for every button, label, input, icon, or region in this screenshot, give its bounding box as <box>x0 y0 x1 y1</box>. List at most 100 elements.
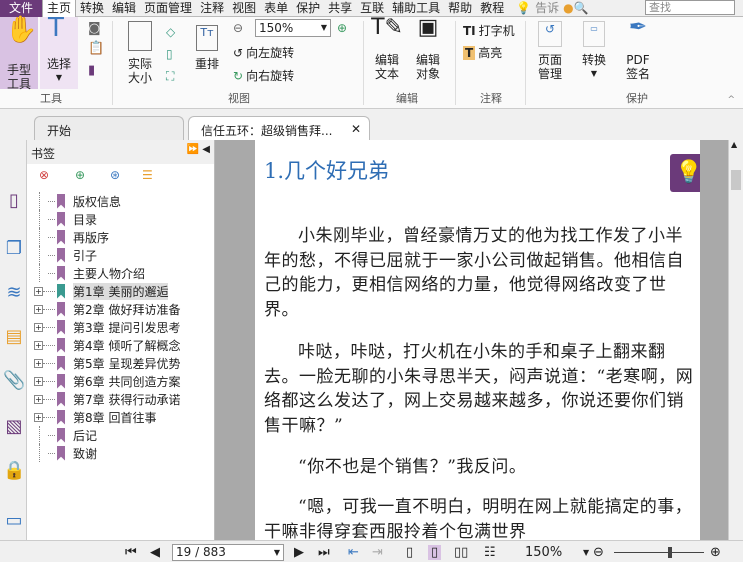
vertical-scrollbar[interactable]: ▲ <box>728 140 743 540</box>
rotate-right-button[interactable]: ↻ 向右旋转 <box>233 67 294 84</box>
bookmark-item[interactable]: + 第4章 倾听了解概念 <box>27 336 180 354</box>
first-page-icon[interactable]: ⏮ <box>125 545 137 560</box>
bookmark-item[interactable]: + 第8章 回首往事 <box>27 408 156 426</box>
previous-view-icon[interactable]: ⇤ <box>348 545 359 560</box>
continuous-facing-icon[interactable]: ☷ <box>484 545 496 560</box>
menu-convert[interactable]: 转换 <box>76 0 108 17</box>
bookmark-panel-icon[interactable]: ▯ <box>3 190 25 214</box>
lightbulb-icon[interactable]: 💡 <box>516 1 531 15</box>
expand-icon[interactable]: + <box>34 322 43 332</box>
menu-help[interactable]: 帮助 <box>444 0 476 17</box>
bookmark-item[interactable]: 致谢 <box>27 444 97 462</box>
edit-object-icon: ▣ <box>417 15 439 40</box>
menu-view[interactable]: 视图 <box>228 0 260 17</box>
bookmark-item[interactable]: 版权信息 <box>27 192 121 210</box>
panel-collapse-icons[interactable]: ⏩ ◀ <box>187 144 210 155</box>
collapse-ribbon-icon[interactable]: ^ <box>727 95 735 105</box>
close-tab-icon[interactable]: ✕ <box>351 122 361 136</box>
zoom-in-button[interactable]: ⊕ <box>710 545 721 560</box>
bookmark-item[interactable]: + 第7章 获得行动承诺 <box>27 390 180 408</box>
lock-icon[interactable]: 🔒 <box>3 460 25 484</box>
zoom-select[interactable]: 150% ▼ <box>255 19 331 37</box>
tab-start[interactable]: 开始 <box>34 116 184 140</box>
zoom-slider-thumb[interactable] <box>668 547 672 558</box>
goto-bookmark-icon[interactable]: ⊛ <box>110 168 120 182</box>
expand-icon[interactable]: + <box>34 376 43 386</box>
bookmark-label: 第2章 做好拜访准备 <box>73 302 181 317</box>
rotate-left-button[interactable]: ↺ 向左旋转 <box>233 44 294 61</box>
prev-page-icon[interactable]: ◀ <box>150 545 160 560</box>
typewriter-label: 打字机 <box>478 24 515 38</box>
menu-comment[interactable]: 注释 <box>196 0 228 17</box>
zoom-out-icon[interactable]: ⊖ <box>233 21 243 35</box>
more-panel-icon[interactable]: ▭ <box>3 510 25 534</box>
pdf-sign-button[interactable]: ✒ PDF 签名 <box>620 17 656 82</box>
reflow-button[interactable]: Tт 重排 <box>192 25 222 71</box>
menu-share[interactable]: 共享 <box>324 0 356 17</box>
signature-icon[interactable]: ▧ <box>3 416 25 440</box>
expand-icon[interactable]: + <box>34 358 43 368</box>
convert-button[interactable]: ▭ 转换 ▼ <box>576 21 612 81</box>
bookmark-item[interactable]: + 第2章 做好拜访准备 <box>27 300 180 318</box>
highlight-button[interactable]: T 高亮 <box>463 44 502 61</box>
view-group-label: 视图 <box>228 92 250 105</box>
hand-tool-button[interactable]: ✋ 手型 工具 <box>0 17 38 91</box>
expand-icon[interactable]: + <box>34 304 43 314</box>
delete-bookmark-icon[interactable]: ⊗ <box>39 168 49 182</box>
zoom-in-icon[interactable]: ⊕ <box>337 21 347 35</box>
add-bookmark-icon[interactable]: ⊕ <box>75 168 85 182</box>
facing-page-icon[interactable]: ▯▯ <box>454 545 468 560</box>
menu-form[interactable]: 表单 <box>260 0 292 17</box>
bookmark-item[interactable]: 后记 <box>27 426 97 444</box>
next-page-icon[interactable]: ▶ <box>294 545 304 560</box>
bookmark-item[interactable]: + 第5章 呈现差异优势 <box>27 354 180 372</box>
page-icon[interactable]: ▮ <box>88 63 95 78</box>
bookmark-icon <box>57 391 65 407</box>
menu-protect[interactable]: 保护 <box>292 0 324 17</box>
fit-icons[interactable]: ◇ ▯ ⛶ <box>166 21 175 87</box>
expand-icon[interactable]: + <box>34 394 43 404</box>
layers-icon[interactable]: ≋ <box>3 282 25 306</box>
page-thumbnails-icon[interactable]: ❐ <box>3 238 25 262</box>
single-page-icon[interactable]: ▯ <box>406 545 413 560</box>
menu-page-manage[interactable]: 页面管理 <box>140 0 196 17</box>
bookmark-item[interactable]: 目录 <box>27 210 97 228</box>
expand-icon[interactable]: + <box>34 412 43 422</box>
search-icon[interactable]: 🔍 <box>574 1 589 15</box>
bookmark-item[interactable]: 主要人物介绍 <box>27 264 145 282</box>
shield-icon[interactable]: ● <box>563 1 573 15</box>
bookmark-options-icon[interactable]: ☰ <box>142 168 153 182</box>
next-view-icon[interactable]: ⇥ <box>372 545 383 560</box>
last-page-icon[interactable]: ⏭ <box>318 545 330 560</box>
bookmark-item[interactable]: + 第6章 共同创造方案 <box>27 372 180 390</box>
search-input[interactable]: 查找 <box>645 0 735 15</box>
expand-icon[interactable]: + <box>34 286 43 296</box>
comments-icon[interactable]: ▤ <box>3 326 25 350</box>
edit-text-button[interactable]: T✎ 编辑 文本 <box>370 17 404 82</box>
attachment-icon[interactable]: 📎 <box>3 370 25 394</box>
page-number-input[interactable]: 19 / 883 ▼ <box>172 544 284 561</box>
tab-document[interactable]: 信任五环：超级销售拜... ✕ <box>188 116 370 140</box>
rotate-left-icon: ↺ <box>233 45 244 60</box>
tell-me[interactable]: 告诉 <box>531 0 563 17</box>
actual-size-button[interactable]: 实际 大小 <box>120 21 160 85</box>
zoom-dropdown-icon[interactable]: ▼ <box>583 548 589 557</box>
clipboard-icon[interactable]: 📋 <box>88 41 104 56</box>
edit-object-button[interactable]: ▣ 编辑 对象 <box>410 15 446 82</box>
select-button[interactable]: T 选择 ▼ <box>40 15 78 89</box>
zoom-out-button[interactable]: ⊖ <box>593 545 604 560</box>
continuous-page-icon[interactable]: ▯ <box>428 545 442 560</box>
snapshot-icon[interactable]: ◙ <box>88 21 101 36</box>
bookmark-item[interactable]: 再版序 <box>27 228 109 246</box>
bookmark-item[interactable]: + 第1章 美丽的邂逅 <box>27 282 169 300</box>
menu-edit[interactable]: 编辑 <box>108 0 140 17</box>
page-manage-button[interactable]: ↺ 页面 管理 <box>530 21 570 81</box>
page-manage-icon: ↺ <box>538 21 562 47</box>
bookmark-item[interactable]: + 第3章 提问引发思考 <box>27 318 180 336</box>
menu-tutorial[interactable]: 教程 <box>476 0 508 17</box>
bookmark-item[interactable]: 引子 <box>27 246 97 264</box>
expand-icon[interactable]: + <box>34 340 43 350</box>
typewriter-button[interactable]: TI 打字机 <box>463 22 515 39</box>
zoom-slider[interactable] <box>614 547 704 558</box>
zoom-level[interactable]: 150% <box>525 545 562 560</box>
